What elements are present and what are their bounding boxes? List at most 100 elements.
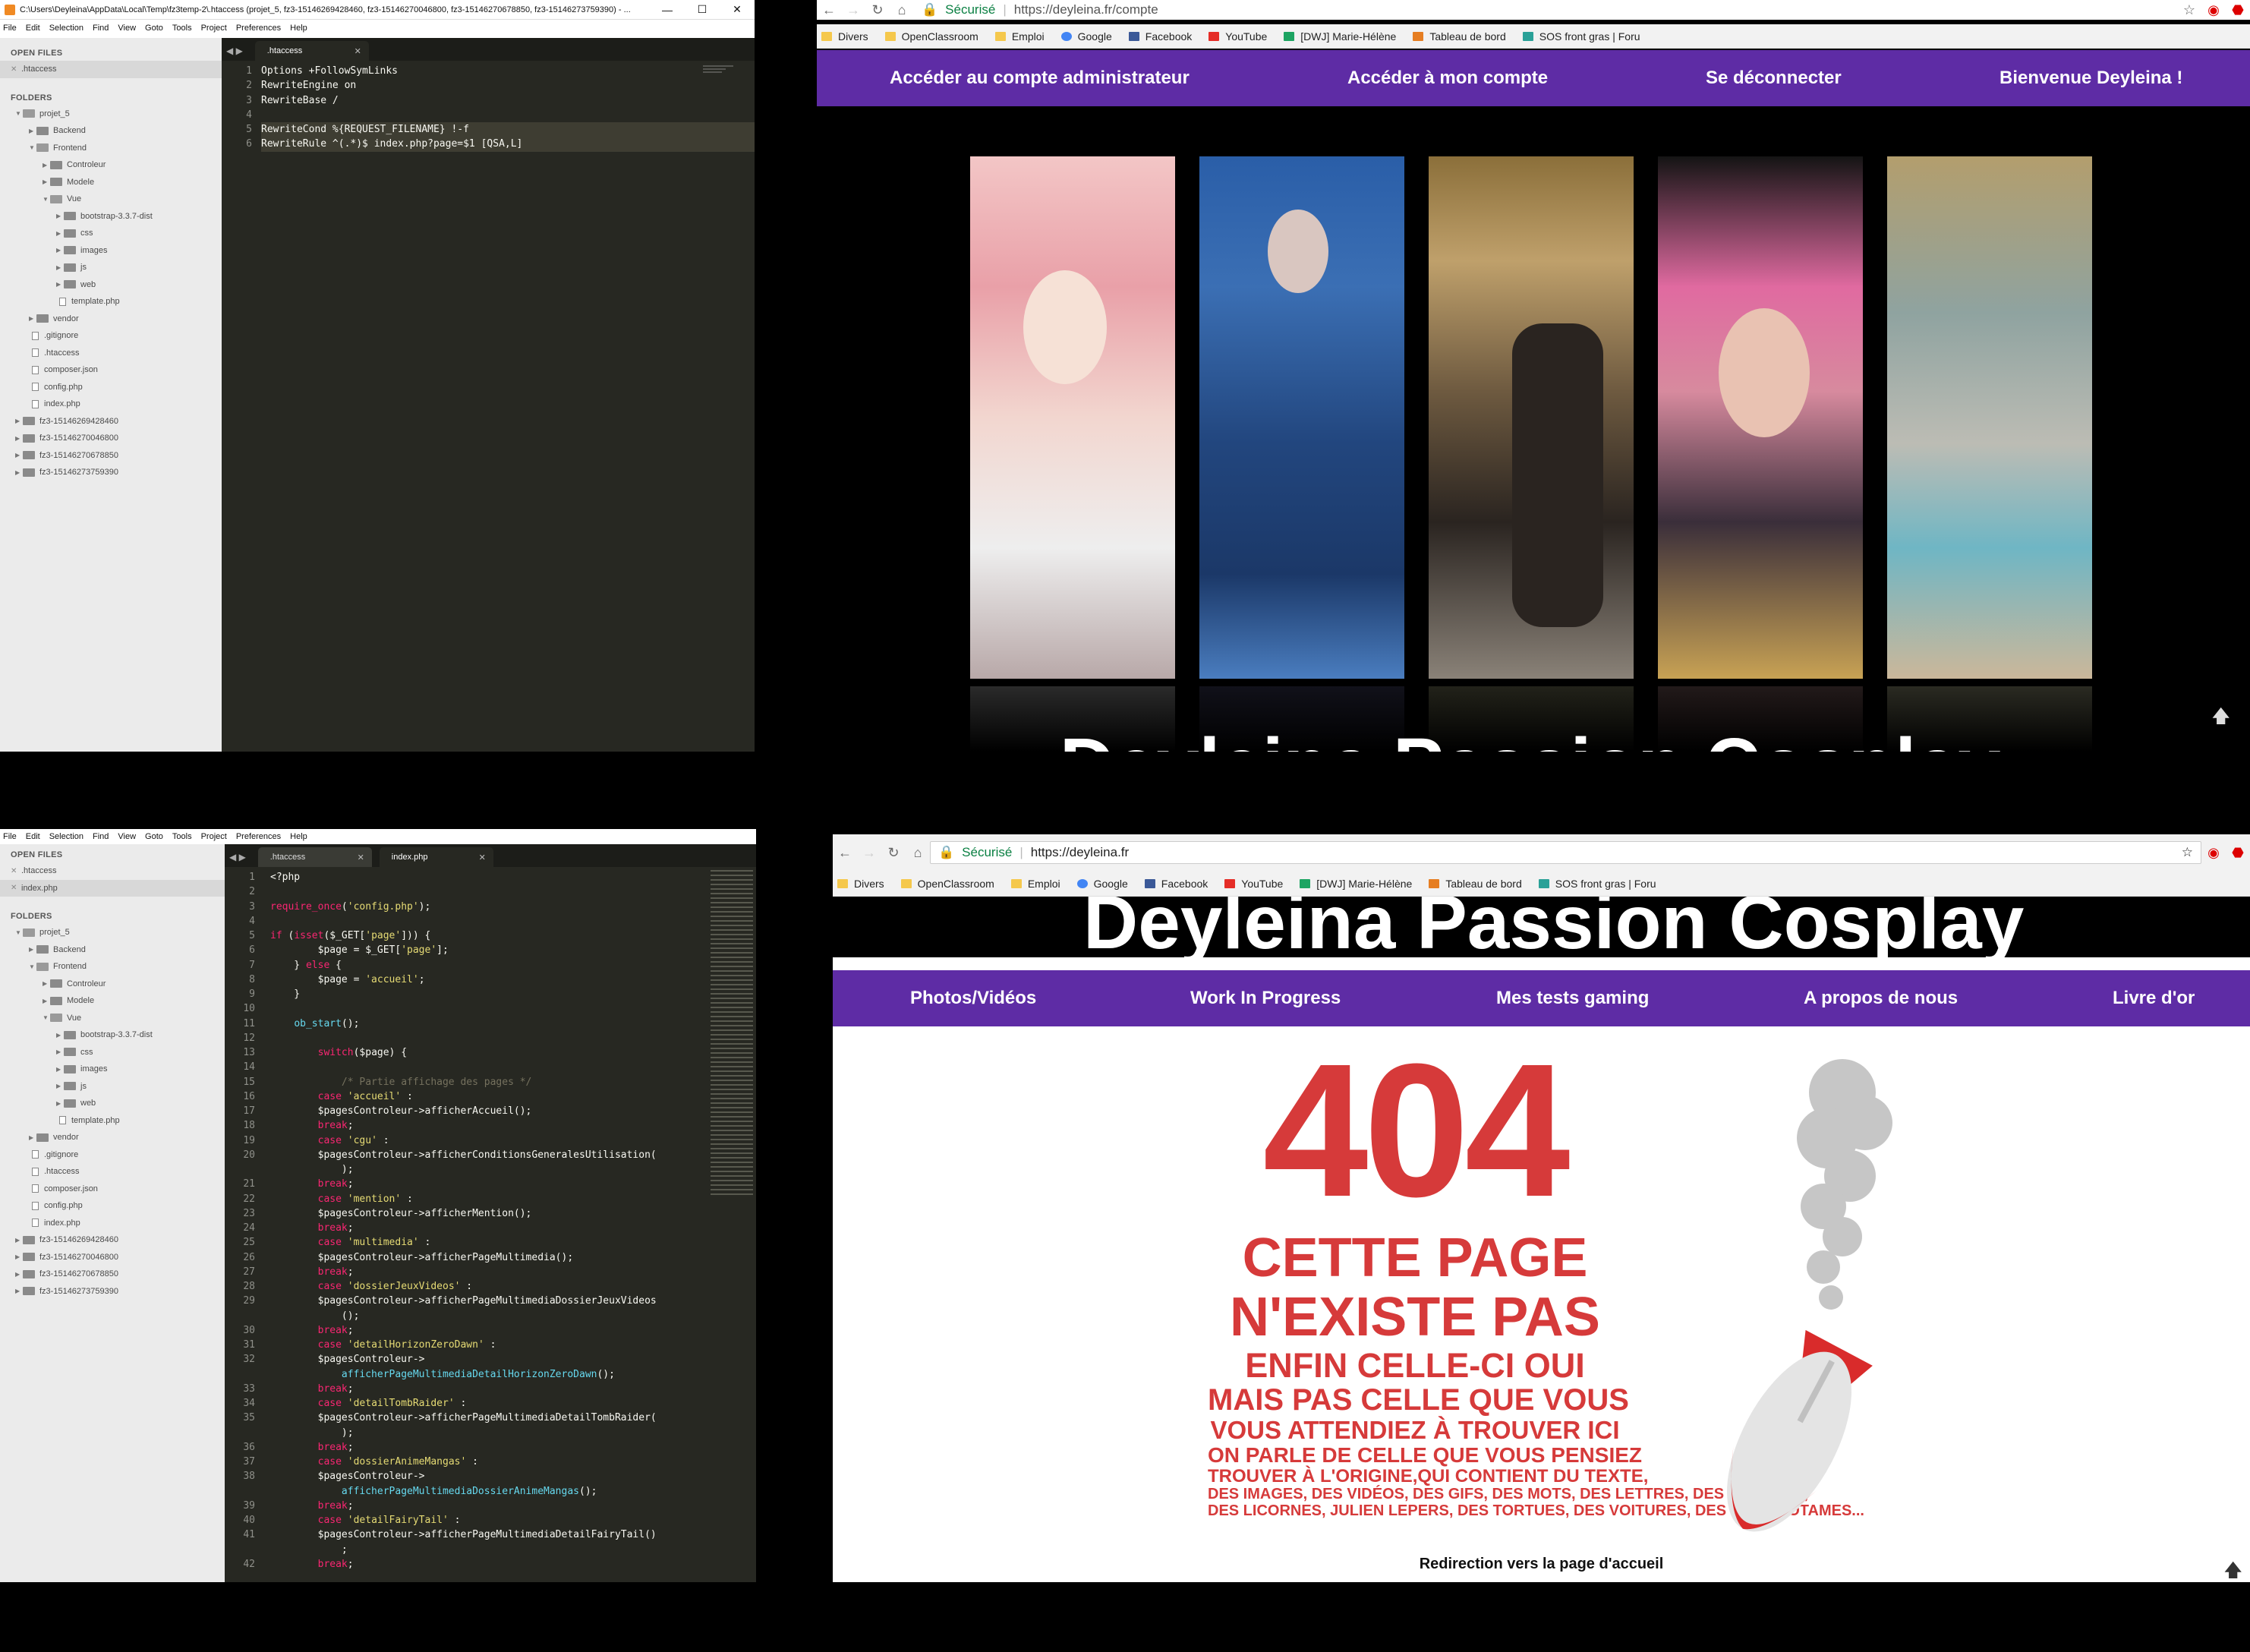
bookmark-item[interactable]: YouTube bbox=[1209, 30, 1267, 43]
scroll-top-icon[interactable]: 🡅 bbox=[2211, 703, 2230, 734]
bookmark-item[interactable]: Google bbox=[1076, 878, 1128, 890]
code-line[interactable]: ; bbox=[270, 1543, 703, 1557]
tab-close-icon[interactable]: ✕ bbox=[355, 46, 361, 56]
bookmark-item[interactable]: [DWJ] Marie-Hélène bbox=[1284, 30, 1396, 43]
code-line[interactable]: ); bbox=[270, 1426, 703, 1440]
code-line[interactable]: $pagesControleur->afficherPageMultimedia… bbox=[270, 1250, 703, 1265]
code-line[interactable] bbox=[270, 1031, 703, 1045]
close-icon[interactable]: ✕ bbox=[11, 884, 21, 892]
disclosure-arrow-icon[interactable]: ▶ bbox=[43, 178, 50, 185]
code-line[interactable]: break; bbox=[270, 1440, 703, 1455]
code-line[interactable]: RewriteBase / bbox=[261, 93, 755, 108]
tree-item[interactable]: ▼ projet_5 bbox=[0, 924, 225, 941]
tree-item[interactable]: ▶ Controleur bbox=[0, 976, 225, 993]
tree-item[interactable]: composer.json bbox=[0, 1181, 225, 1198]
code-line[interactable]: if (isset($_GET['page'])) { bbox=[270, 928, 703, 943]
code-line[interactable]: $pagesControleur-> bbox=[270, 1469, 703, 1483]
code-line[interactable]: break; bbox=[270, 1265, 703, 1279]
tree-item[interactable]: ▶ images bbox=[0, 1061, 225, 1078]
opera-icon[interactable]: ◉ bbox=[2201, 2, 2226, 18]
code-line[interactable] bbox=[270, 914, 703, 928]
tree-item[interactable]: ▶ fz3-15146273759390 bbox=[0, 1283, 225, 1300]
code-line[interactable] bbox=[261, 108, 755, 122]
code-line[interactable]: break; bbox=[270, 1221, 703, 1235]
tree-item[interactable]: ▶ Modele bbox=[0, 174, 222, 191]
menu-item[interactable]: Preferences bbox=[236, 24, 281, 33]
tab-htaccess[interactable]: .htaccess ✕ bbox=[254, 41, 369, 61]
disclosure-arrow-icon[interactable]: ▶ bbox=[29, 946, 36, 953]
menu-item[interactable]: Help bbox=[290, 832, 307, 841]
tree-item[interactable]: ▶ css bbox=[0, 1044, 225, 1061]
tree-item[interactable]: config.php bbox=[0, 1197, 225, 1215]
code-line[interactable]: case 'detailFairyTail' : bbox=[270, 1513, 703, 1527]
nav-about-us[interactable]: A propos de nous bbox=[1804, 988, 1958, 1009]
disclosure-arrow-icon[interactable]: ▼ bbox=[15, 110, 23, 117]
disclosure-arrow-icon[interactable]: ▶ bbox=[56, 1048, 64, 1055]
bookmark-item[interactable]: Facebook bbox=[1144, 878, 1208, 890]
menu-item[interactable]: Find bbox=[93, 832, 109, 841]
tree-item[interactable]: ▶ bootstrap-3.3.7-dist bbox=[0, 208, 222, 225]
tree-item[interactable]: ▶ js bbox=[0, 1078, 225, 1096]
disclosure-arrow-icon[interactable]: ▶ bbox=[15, 1237, 23, 1244]
reload-icon[interactable]: ↻ bbox=[881, 845, 906, 861]
menu-item[interactable]: Tools bbox=[172, 832, 192, 841]
url-field[interactable]: 🔒 Sécurisé | https://deyleina.fr/compte bbox=[914, 1, 2177, 19]
code-line[interactable]: (); bbox=[270, 1309, 703, 1323]
menu-item[interactable]: Edit bbox=[26, 24, 40, 33]
code-line[interactable]: break; bbox=[270, 1382, 703, 1396]
menu-item[interactable]: Selection bbox=[49, 832, 84, 841]
close-icon[interactable]: ✕ bbox=[11, 65, 21, 74]
forward-arrow-icon[interactable]: → bbox=[841, 2, 865, 18]
tree-item[interactable]: ▶ bootstrap-3.3.7-dist bbox=[0, 1026, 225, 1044]
tree-item[interactable]: ▶ fz3-15146270046800 bbox=[0, 430, 222, 447]
tab-nav-arrows-icon[interactable]: ◀ ▶ bbox=[225, 852, 251, 867]
disclosure-arrow-icon[interactable]: ▶ bbox=[15, 1253, 23, 1260]
code-line[interactable] bbox=[270, 884, 703, 899]
menu-item[interactable]: Project bbox=[201, 832, 227, 841]
code-line[interactable]: $pagesControleur->afficherPageMultimedia… bbox=[270, 1411, 703, 1425]
code-line[interactable]: } else { bbox=[270, 958, 703, 973]
nav-my-account[interactable]: Accéder à mon compte bbox=[1347, 68, 1548, 89]
code-line[interactable]: case 'detailHorizonZeroDawn' : bbox=[270, 1338, 703, 1352]
tree-item[interactable]: composer.json bbox=[0, 361, 222, 379]
close-icon[interactable]: ✕ bbox=[11, 867, 21, 875]
code-line[interactable]: require_once('config.php'); bbox=[270, 900, 703, 914]
disclosure-arrow-icon[interactable]: ▶ bbox=[56, 1100, 64, 1107]
nav-admin-account[interactable]: Accéder au compte administrateur bbox=[890, 68, 1190, 89]
menu-item[interactable]: Selection bbox=[49, 24, 84, 33]
disclosure-arrow-icon[interactable]: ▶ bbox=[56, 1083, 64, 1089]
home-icon[interactable]: ⌂ bbox=[890, 2, 914, 18]
back-arrow-icon[interactable]: ← bbox=[817, 2, 841, 18]
open-file-item[interactable]: ✕ .htaccess bbox=[0, 862, 225, 880]
adblock-icon[interactable]: ⬣ bbox=[2226, 845, 2250, 861]
code-line[interactable]: ); bbox=[270, 1162, 703, 1177]
menu-item[interactable]: Edit bbox=[26, 832, 40, 841]
menu-item[interactable]: Goto bbox=[145, 832, 163, 841]
code-line[interactable]: $page = 'accueil'; bbox=[270, 973, 703, 987]
tree-item[interactable]: ▶ fz3-15146269428460 bbox=[0, 413, 222, 430]
nav-photos-videos[interactable]: Photos/Vidéos bbox=[910, 988, 1036, 1009]
bookmark-item[interactable]: OpenClassroom bbox=[900, 878, 994, 890]
disclosure-arrow-icon[interactable]: ▶ bbox=[43, 980, 50, 987]
menu-item[interactable]: Preferences bbox=[236, 832, 281, 841]
tree-item[interactable]: ▶ web bbox=[0, 276, 222, 294]
tree-item[interactable]: .gitignore bbox=[0, 327, 222, 345]
disclosure-arrow-icon[interactable]: ▶ bbox=[29, 128, 36, 134]
code-line[interactable]: break; bbox=[270, 1118, 703, 1133]
tree-item[interactable]: index.php bbox=[0, 1215, 225, 1232]
code-line[interactable]: break; bbox=[270, 1177, 703, 1191]
tree-item[interactable]: ▼ Frontend bbox=[0, 140, 222, 157]
code-line[interactable]: case 'multimedia' : bbox=[270, 1235, 703, 1250]
url-field[interactable]: 🔒 Sécurisé | https://deyleina.fr ☆ bbox=[930, 841, 2201, 864]
tree-item[interactable]: .gitignore bbox=[0, 1146, 225, 1164]
code-line[interactable]: RewriteEngine on bbox=[261, 78, 755, 93]
star-icon[interactable]: ☆ bbox=[2177, 2, 2201, 18]
disclosure-arrow-icon[interactable]: ▼ bbox=[29, 144, 36, 151]
nav-work-in-progress[interactable]: Work In Progress bbox=[1190, 988, 1341, 1009]
menu-item[interactable]: Project bbox=[201, 24, 227, 33]
gallery-photo-1[interactable] bbox=[970, 156, 1175, 679]
bookmark-item[interactable]: Divers bbox=[821, 30, 868, 43]
code-line[interactable]: case 'accueil' : bbox=[270, 1089, 703, 1104]
tree-item[interactable]: ▶ js bbox=[0, 259, 222, 276]
menu-item[interactable]: View bbox=[118, 24, 136, 33]
